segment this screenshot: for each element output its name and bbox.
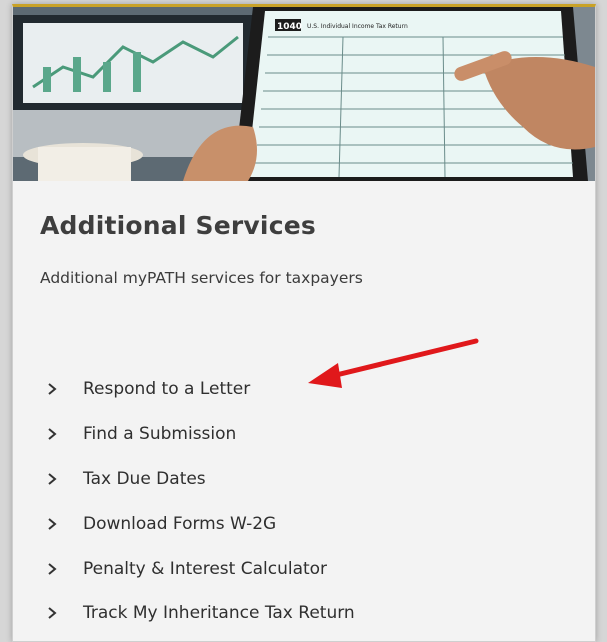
link-label[interactable]: Tax Due Dates [83,469,206,489]
link-label[interactable]: Find a Submission [83,424,236,444]
card-title: Additional Services [40,211,316,240]
services-link-list: Respond to a Letter Find a Submission Ta… [47,367,355,636]
link-label[interactable]: Download Forms W-2G [83,514,276,534]
link-label[interactable]: Penalty & Interest Calculator [83,559,327,579]
chevron-right-icon [47,427,83,441]
hero-illustration: 1040 U.S. Individual Income Tax Return [13,7,595,181]
form-number-text: 1040 [277,22,302,32]
link-label[interactable]: Track My Inheritance Tax Return [83,603,355,623]
chevron-right-icon [47,517,83,531]
link-find-submission[interactable]: Find a Submission [47,412,355,457]
screenshot-frame: 1040 U.S. Individual Income Tax Return A… [0,0,607,642]
form-caption-text: U.S. Individual Income Tax Return [307,23,408,30]
additional-services-card: 1040 U.S. Individual Income Tax Return A… [12,4,596,642]
link-penalty-interest-calculator[interactable]: Penalty & Interest Calculator [47,546,355,591]
link-download-forms-w2g[interactable]: Download Forms W-2G [47,501,355,546]
link-label[interactable]: Respond to a Letter [83,379,250,399]
chevron-right-icon [47,472,83,486]
red-annotation-arrow [308,338,479,388]
chevron-right-icon [47,562,83,576]
link-track-inheritance-tax-return[interactable]: Track My Inheritance Tax Return [47,591,355,636]
chevron-right-icon [47,382,83,396]
hero-image: 1040 U.S. Individual Income Tax Return [13,7,595,181]
chevron-right-icon [47,606,83,620]
link-tax-due-dates[interactable]: Tax Due Dates [47,457,355,502]
card-subtitle: Additional myPATH services for taxpayers [40,269,363,287]
